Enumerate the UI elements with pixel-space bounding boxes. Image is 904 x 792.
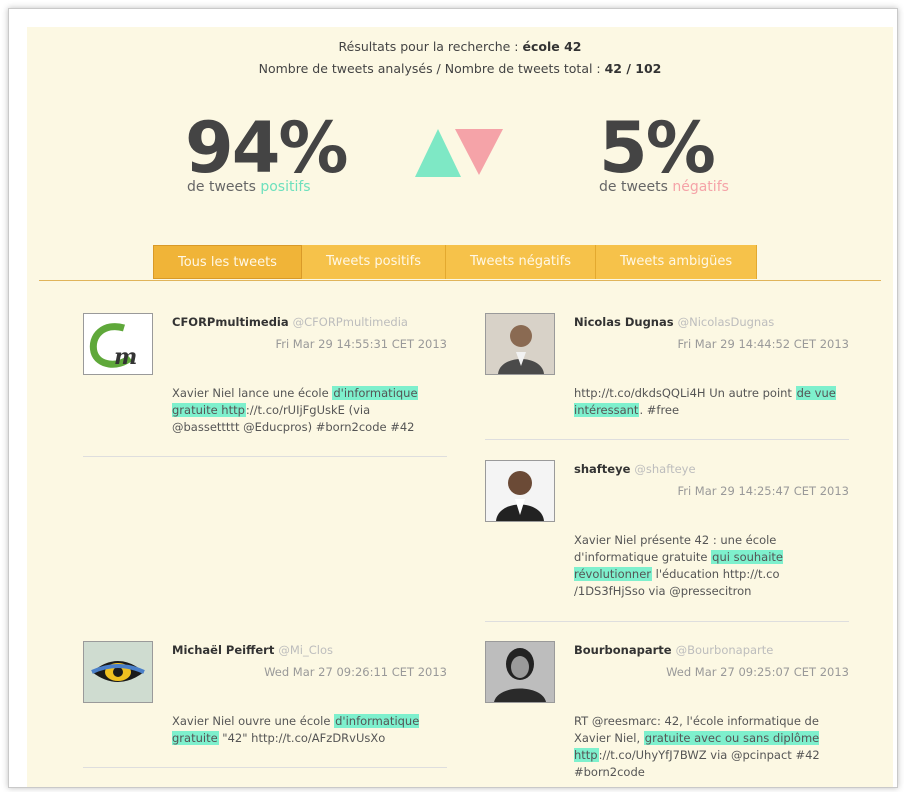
tweet-count-value: 42 / 102 (604, 61, 662, 76)
tab-negative-tweets[interactable]: Tweets négatifs (446, 245, 596, 279)
down-triangle-icon (455, 129, 503, 175)
search-summary: Résultats pour la recherche : école 42 (338, 39, 582, 54)
tweet-card: Bourbonaparte @Bourbonaparte Wed Mar 27 0… (485, 641, 849, 787)
tweet-handle: @Mi_Clos (278, 643, 333, 657)
tweet-separator (83, 767, 447, 768)
tweet-author[interactable]: CFORPmultimedia @CFORPmultimedia (172, 315, 408, 329)
tweet-text: http://t.co/dkdsQQLi4H Un autre point de… (574, 386, 836, 417)
sentiment-triangles-icon (415, 129, 503, 177)
tweet-date: Fri Mar 29 14:55:31 CET 2013 (275, 337, 447, 351)
tweet-handle: @CFORPmultimedia (292, 315, 408, 329)
positive-caption: de tweets positifs (187, 179, 311, 195)
tab-ambiguous-tweets[interactable]: Tweets ambigües (595, 245, 758, 279)
tweet-card: Nicolas Dugnas @NicolasDugnas Fri Mar 29 … (485, 313, 849, 423)
tweet-author[interactable]: Michaël Peiffert @Mi_Clos (172, 643, 333, 657)
portrait-engraving-icon (486, 642, 554, 702)
tweet-card: shafteye @shafteye Fri Mar 29 14:25:47 CE… (485, 460, 849, 620)
results-panel: Résultats pour la recherche : école 42 N… (27, 27, 893, 787)
tweet-card: m CFORPmultimedia @CFORPmultimedia Fri Ma… (83, 313, 447, 453)
tabs-divider (39, 280, 881, 281)
tab-all-tweets[interactable]: Tous les tweets (153, 245, 302, 279)
cm-logo-icon: m (84, 314, 152, 374)
up-triangle-icon (415, 129, 461, 177)
browser-frame: Résultats pour la recherche : école 42 N… (8, 8, 898, 788)
tweet-author[interactable]: Nicolas Dugnas @NicolasDugnas (574, 315, 774, 329)
tweet-date: Wed Mar 27 09:25:07 CET 2013 (666, 665, 849, 679)
avatar[interactable] (485, 641, 555, 703)
avatar[interactable] (485, 460, 555, 522)
avatar[interactable] (83, 641, 153, 703)
tweet-handle: @shafteye (634, 462, 696, 476)
tweet-filter-tabs: Tous les tweets Tweets positifs Tweets n… (153, 245, 758, 279)
tweet-date: Fri Mar 29 14:25:47 CET 2013 (677, 484, 849, 498)
tweet-date: Wed Mar 27 09:26:11 CET 2013 (264, 665, 447, 679)
eye-icon (84, 642, 152, 702)
positive-percentage: 94% (185, 107, 349, 189)
user-photo-icon (486, 314, 554, 374)
negative-percentage: 5% (599, 107, 716, 189)
negative-caption: de tweets négatifs (599, 179, 729, 195)
search-term: école 42 (522, 39, 582, 54)
avatar[interactable] (485, 313, 555, 375)
tweet-author[interactable]: Bourbonaparte @Bourbonaparte (574, 643, 773, 657)
tweet-handle: @Bourbonaparte (675, 643, 774, 657)
tweet-text: Xavier Niel lance une école d'informatiq… (172, 386, 418, 434)
tweet-separator (83, 456, 447, 457)
tweet-count-summary: Nombre de tweets analysés / Nombre de tw… (258, 61, 662, 76)
avatar[interactable]: m (83, 313, 153, 375)
tweet-handle: @NicolasDugnas (677, 315, 775, 329)
tweet-author[interactable]: shafteye @shafteye (574, 462, 696, 476)
tweet-text: Xavier Niel ouvre une école d'informatiq… (172, 714, 420, 745)
svg-text:m: m (114, 344, 137, 370)
tweet-separator (485, 621, 849, 622)
tweet-text: Xavier Niel présente 42 : une école d'in… (574, 533, 784, 598)
tweet-card: Michaël Peiffert @Mi_Clos Wed Mar 27 09:2… (83, 641, 447, 761)
tweet-text: RT @reesmarc: 42, l'école informatique d… (574, 714, 820, 779)
tweet-date: Fri Mar 29 14:44:52 CET 2013 (677, 337, 849, 351)
tweet-separator (485, 439, 849, 440)
user-photo-icon (486, 461, 554, 521)
tab-positive-tweets[interactable]: Tweets positifs (301, 245, 447, 279)
